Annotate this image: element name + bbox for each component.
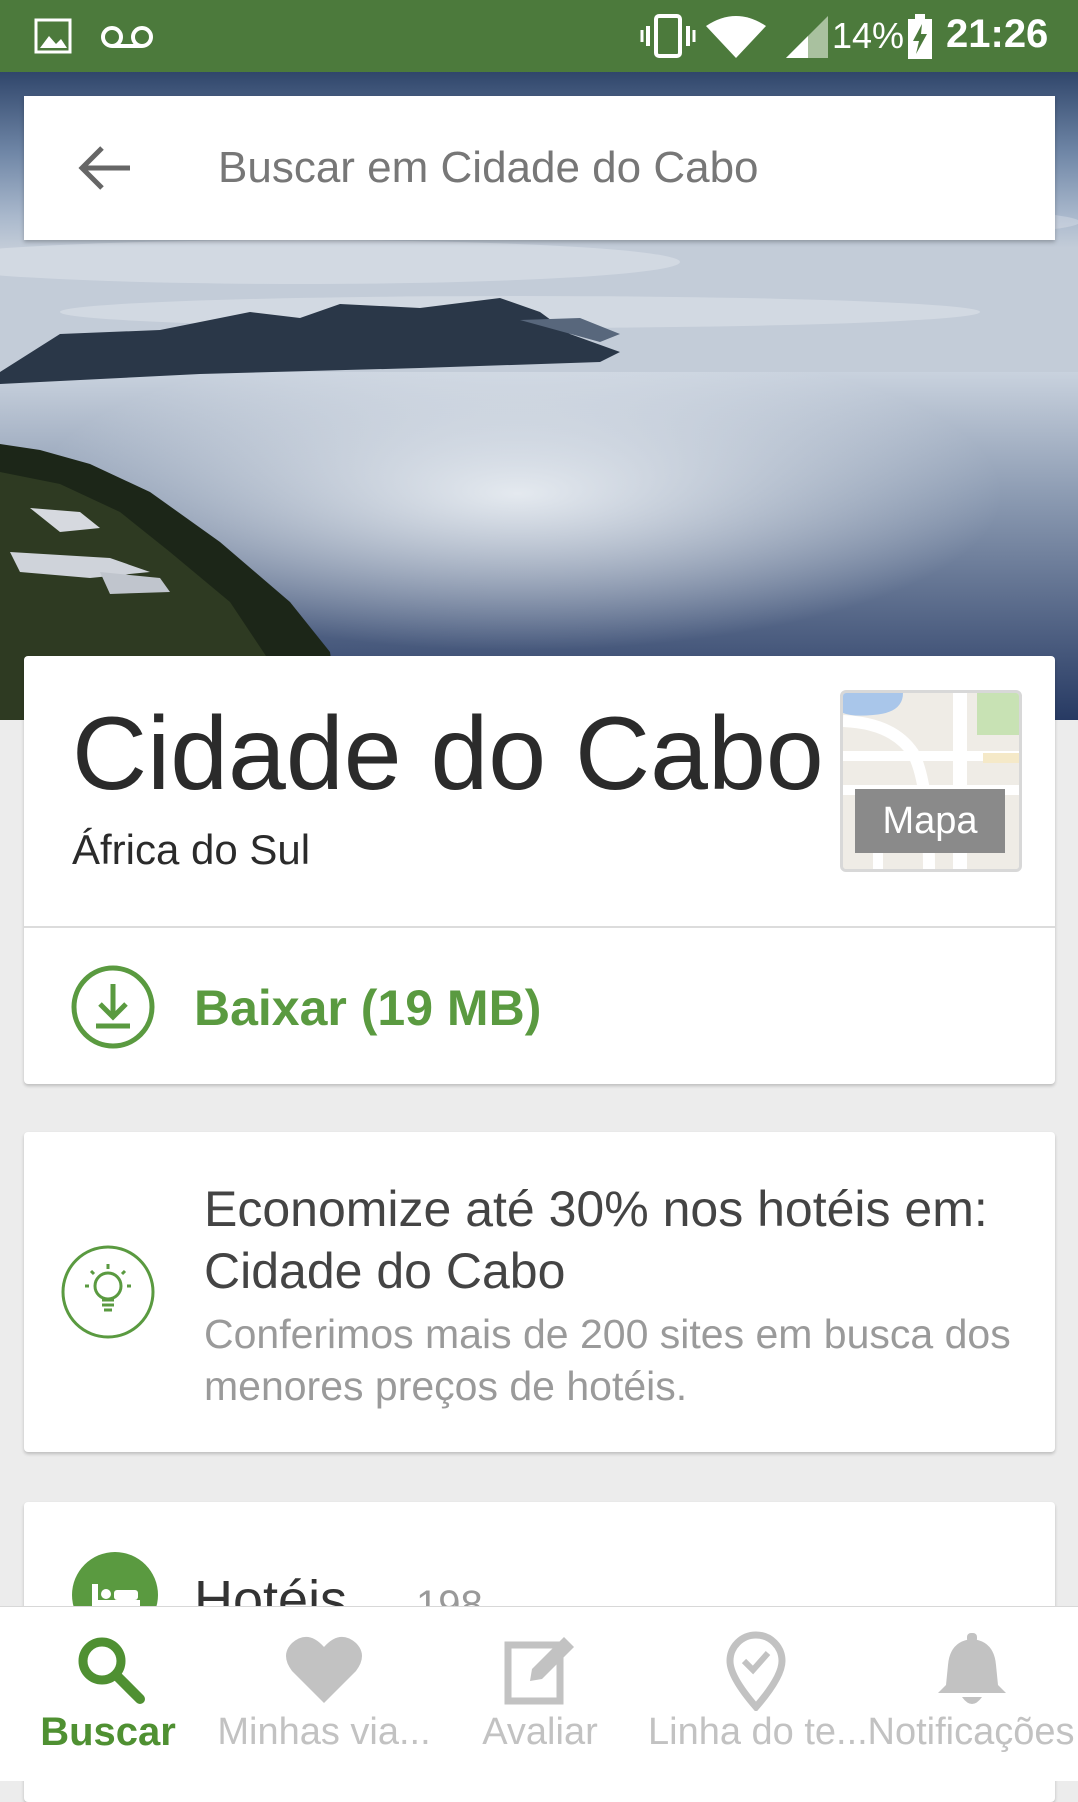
savings-title: Economize até 30% nos hotéis em: Cidade …	[204, 1181, 988, 1299]
bottom-navigation: Buscar Minhas via... Avaliar Linha do te…	[0, 1606, 1078, 1781]
download-label: Baixar (19 MB)	[194, 980, 542, 1036]
lightbulb-icon	[61, 1245, 155, 1339]
nav-item-linha-do-tempo[interactable]: Linha do te...	[648, 1607, 868, 1781]
city-title: Cidade do Cabo	[72, 696, 824, 812]
nav-label-linha-do-tempo: Linha do te...	[648, 1711, 868, 1753]
nav-label-buscar: Buscar	[40, 1710, 176, 1754]
savings-description: Conferimos mais de 200 sites em busca do…	[204, 1311, 1011, 1409]
image-icon	[34, 18, 72, 54]
download-button[interactable]: Baixar (19 MB)	[24, 928, 1055, 1084]
map-label: Mapa	[855, 789, 1005, 853]
heart-icon	[286, 1636, 362, 1703]
wifi-icon	[706, 16, 766, 58]
download-icon	[71, 965, 155, 1049]
hotel-savings-card[interactable]: Economize até 30% nos hotéis em: Cidade …	[24, 1132, 1055, 1452]
status-bar: 14% 21:26	[0, 0, 1078, 72]
signal-icon	[786, 16, 828, 58]
search-icon	[78, 1637, 145, 1704]
nav-label-avaliar: Avaliar	[482, 1711, 598, 1753]
nav-item-avaliar[interactable]: Avaliar	[432, 1607, 648, 1781]
back-arrow-icon[interactable]	[68, 132, 140, 204]
bell-icon	[938, 1633, 1006, 1704]
location-check-icon	[726, 1631, 786, 1711]
map-button[interactable]: Mapa	[840, 690, 1022, 872]
nav-label-notificacoes: Notificações	[867, 1711, 1075, 1753]
clock: 21:26	[946, 12, 1049, 56]
battery-charging-icon	[908, 14, 932, 59]
nav-label-minhas-viagens: Minhas via...	[217, 1711, 431, 1753]
battery-percentage: 14%	[832, 15, 905, 56]
search-input[interactable]: Buscar em Cidade do Cabo	[218, 140, 759, 196]
vibrate-icon	[640, 14, 696, 58]
edit-icon	[504, 1637, 574, 1705]
nav-item-minhas-viagens[interactable]: Minhas via...	[216, 1607, 432, 1781]
destination-card: Cidade do Cabo África do Sul Mapa Baixar…	[24, 656, 1055, 1084]
nav-item-buscar[interactable]: Buscar	[0, 1607, 216, 1781]
voicemail-icon	[101, 26, 153, 48]
nav-item-notificacoes[interactable]: Notificações	[864, 1607, 1078, 1781]
search-bar[interactable]: Buscar em Cidade do Cabo	[24, 96, 1055, 240]
country-subtitle: África do Sul	[72, 826, 311, 873]
